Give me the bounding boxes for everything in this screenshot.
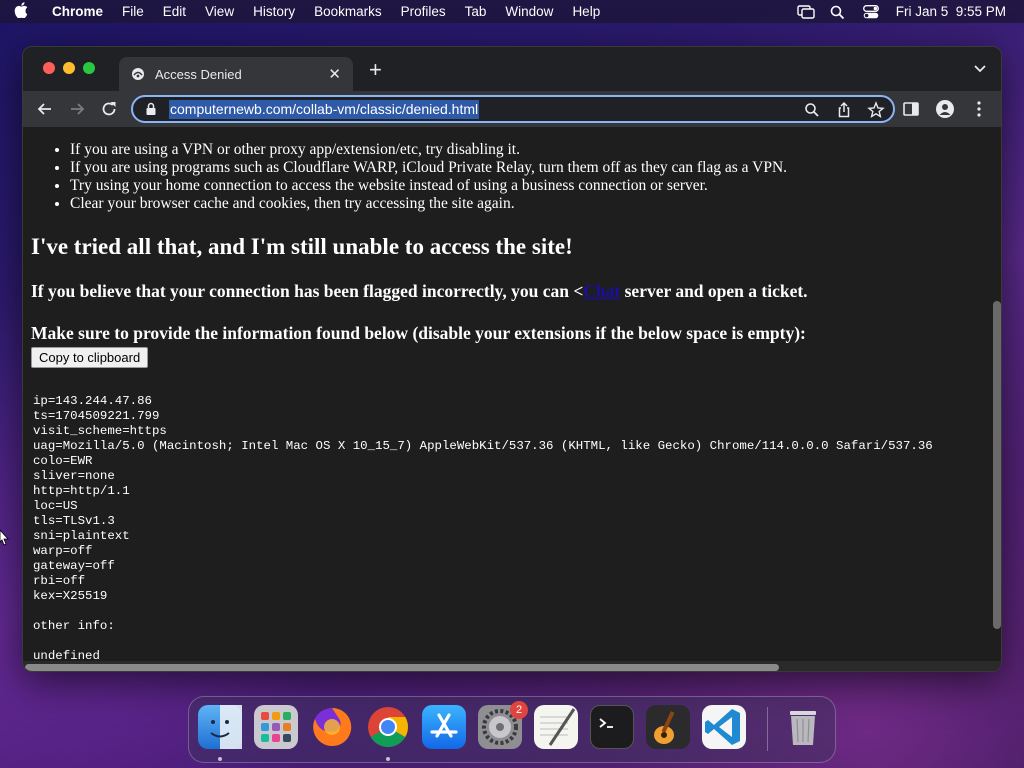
- minimize-window-button[interactable]: [63, 62, 75, 74]
- menu-file[interactable]: File: [122, 4, 144, 19]
- dock: 2: [188, 696, 836, 763]
- new-tab-icon[interactable]: +: [369, 57, 382, 83]
- menu-bookmarks[interactable]: Bookmarks: [314, 4, 382, 19]
- flagged-prefix: If you believe that your connection has …: [31, 281, 584, 301]
- trace-line: kex=X25519: [33, 589, 108, 603]
- trace-line: sni=plaintext: [33, 529, 130, 543]
- tab-strip: Access Denied ✕ +: [23, 47, 1001, 91]
- mouse-pointer-icon: [0, 528, 10, 546]
- trace-line: tls=TLSv1.3: [33, 514, 115, 528]
- vscode-icon[interactable]: [702, 705, 746, 749]
- garageband-icon[interactable]: [646, 705, 690, 749]
- trace-line: colo=EWR: [33, 454, 93, 468]
- menu-tab[interactable]: Tab: [465, 4, 487, 19]
- reload-icon[interactable]: [99, 99, 119, 119]
- bookmark-star-icon[interactable]: [867, 101, 885, 119]
- app-store-icon[interactable]: [422, 705, 466, 749]
- apple-menu-icon[interactable]: [14, 1, 32, 22]
- textedit-icon[interactable]: [534, 705, 578, 749]
- screen-mirroring-icon[interactable]: [797, 5, 815, 19]
- finder-running-indicator: [218, 757, 222, 761]
- horizontal-scroll-track: [23, 661, 1001, 671]
- trace-line: gateway=off: [33, 559, 115, 573]
- finder-icon[interactable]: [198, 705, 242, 749]
- side-panel-icon[interactable]: [901, 99, 921, 119]
- spotlight-search-icon[interactable]: [830, 5, 846, 20]
- trace-line: visit_scheme=https: [33, 424, 167, 438]
- tab-access-denied[interactable]: Access Denied ✕: [119, 57, 353, 91]
- menu-edit[interactable]: Edit: [163, 4, 186, 19]
- launchpad-icon[interactable]: [254, 705, 298, 749]
- window-controls: [43, 62, 95, 74]
- menubar: Chrome File Edit View History Bookmarks …: [0, 0, 1024, 23]
- share-icon[interactable]: [835, 101, 853, 119]
- dock-separator: [767, 707, 768, 751]
- firefox-icon[interactable]: [310, 705, 354, 749]
- trace-line: other info:: [33, 619, 115, 633]
- tab-title: Access Denied: [155, 66, 242, 82]
- zoom-window-button[interactable]: [83, 62, 95, 74]
- list-item: Try using your home connection to access…: [70, 177, 1001, 195]
- system-settings-icon[interactable]: 2: [478, 701, 528, 749]
- trace-line: uag=Mozilla/5.0 (Macintosh; Intel Mac OS…: [33, 439, 933, 453]
- menu-app-name[interactable]: Chrome: [52, 4, 103, 19]
- instructions-heading: Make sure to provide the information fou…: [31, 323, 806, 343]
- trace-line: loc=US: [33, 499, 78, 513]
- trace-line: warp=off: [33, 544, 93, 558]
- browser-toolbar: computernewb.com/collab-vm/classic/denie…: [23, 91, 1001, 127]
- flagged-suffix: server and open a ticket.: [620, 281, 808, 301]
- trace-info-block[interactable]: ip=143.244.47.86 ts=1704509221.799 visit_s…: [33, 394, 1001, 664]
- list-item: Clear your browser cache and cookies, th…: [70, 195, 1001, 213]
- profile-avatar-icon[interactable]: [935, 99, 955, 119]
- flagged-paragraph: If you believe that your connection has …: [31, 281, 1001, 302]
- menu-help[interactable]: Help: [572, 4, 600, 19]
- back-arrow-icon[interactable]: [35, 99, 55, 119]
- tab-search-chevron-icon[interactable]: [973, 61, 987, 75]
- chrome-menu-icon[interactable]: [969, 99, 989, 119]
- trace-line: http=http/1.1: [33, 484, 130, 498]
- forward-arrow-icon[interactable]: [67, 99, 87, 119]
- cloudflare-favicon-icon: [131, 67, 145, 81]
- page-heading: I've tried all that, and I'm still unabl…: [31, 234, 573, 259]
- menu-history[interactable]: History: [253, 4, 295, 19]
- search-icon[interactable]: [803, 101, 821, 119]
- close-window-button[interactable]: [43, 62, 55, 74]
- trace-line: ts=1704509221.799: [33, 409, 160, 423]
- address-bar[interactable]: computernewb.com/collab-vm/classic/denie…: [131, 95, 895, 123]
- copy-to-clipboard-button[interactable]: Copy to clipboard: [31, 347, 149, 368]
- chrome-running-indicator: [386, 757, 390, 761]
- menubar-clock[interactable]: Fri Jan 5 9:55 PM: [896, 4, 1006, 19]
- chrome-window: Access Denied ✕ + computernewb.com/colla…: [22, 46, 1002, 672]
- trace-line: sliver=none: [33, 469, 115, 483]
- chrome-icon[interactable]: [366, 705, 410, 749]
- terminal-icon[interactable]: [590, 705, 634, 749]
- trace-line: rbi=off: [33, 574, 86, 588]
- troubleshooting-list: If you are using a VPN or other proxy ap…: [70, 141, 1001, 213]
- url-text[interactable]: computernewb.com/collab-vm/classic/denie…: [169, 99, 480, 119]
- page-content: If you are using a VPN or other proxy ap…: [23, 127, 1001, 671]
- control-center-icon[interactable]: [862, 5, 879, 19]
- site-info-icon[interactable]: [144, 102, 158, 116]
- vertical-scrollbar[interactable]: [993, 301, 1001, 629]
- trace-line: [33, 634, 1001, 649]
- trash-icon[interactable]: [781, 705, 825, 749]
- menu-view[interactable]: View: [205, 4, 234, 19]
- list-item: If you are using programs such as Cloudf…: [70, 159, 1001, 177]
- trace-line: [33, 604, 1001, 619]
- trace-line: ip=143.244.47.86: [33, 394, 152, 408]
- horizontal-scrollbar[interactable]: [25, 664, 779, 671]
- menu-profiles[interactable]: Profiles: [401, 4, 446, 19]
- list-item: If you are using a VPN or other proxy ap…: [70, 141, 1001, 159]
- close-tab-icon[interactable]: ✕: [328, 65, 341, 83]
- menu-window[interactable]: Window: [505, 4, 553, 19]
- chat-link[interactable]: Chat: [583, 281, 620, 301]
- notification-badge: 2: [510, 701, 528, 719]
